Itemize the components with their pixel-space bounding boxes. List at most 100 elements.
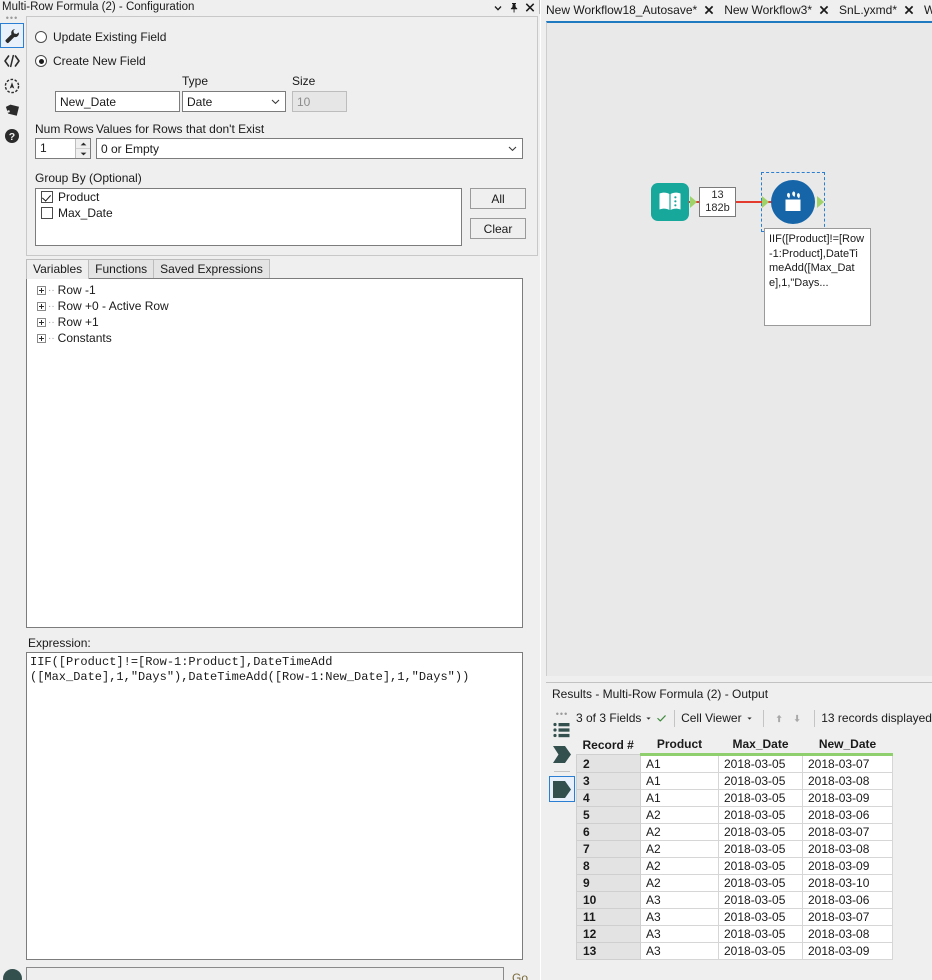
rail-item-help[interactable]: ? — [0, 123, 24, 148]
table-cell[interactable]: 2018-03-09 — [802, 857, 893, 875]
cell-record-number[interactable]: 3 — [576, 772, 641, 790]
tree-item-row-minus-1[interactable]: ·· Row -1 — [27, 282, 522, 298]
column-header-new-date[interactable]: New_Date — [802, 735, 893, 756]
table-cell[interactable]: A3 — [640, 925, 719, 943]
chevron-down-icon[interactable] — [747, 714, 752, 723]
group-by-checkbox-product[interactable] — [41, 191, 53, 203]
num-rows-stepper-buttons[interactable] — [75, 139, 90, 158]
table-row[interactable]: 3 A1 2018-03-05 2018-03-08 — [576, 772, 893, 790]
output-anchor-icon-selected[interactable] — [549, 776, 575, 802]
clear-selection-button[interactable]: Clear — [470, 218, 526, 239]
table-cell[interactable]: 2018-03-05 — [718, 908, 803, 926]
connection-record-label[interactable]: 13 182b — [699, 187, 736, 217]
table-cell[interactable]: 2018-03-08 — [802, 925, 893, 943]
select-all-button[interactable]: All — [470, 188, 526, 209]
table-row[interactable]: 10 A3 2018-03-05 2018-03-06 — [576, 891, 893, 909]
close-icon[interactable] — [819, 5, 829, 15]
workflow-tab-overflow[interactable]: W — [919, 3, 932, 17]
arrow-down-icon[interactable] — [794, 711, 801, 726]
table-cell[interactable]: 2018-03-08 — [802, 840, 893, 858]
cell-record-number[interactable]: 6 — [576, 823, 641, 841]
cell-record-number[interactable]: 5 — [576, 806, 641, 824]
search-input[interactable] — [26, 967, 504, 980]
create-new-field-radio-row[interactable]: Create New Field — [35, 54, 146, 68]
close-icon[interactable] — [525, 2, 535, 13]
list-item[interactable]: Product — [36, 189, 461, 205]
table-cell[interactable]: A2 — [640, 840, 719, 858]
cell-record-number[interactable]: 10 — [576, 891, 641, 909]
table-row[interactable]: 12 A3 2018-03-05 2018-03-08 — [576, 925, 893, 943]
node-text-input[interactable] — [651, 183, 697, 221]
close-icon[interactable] — [704, 5, 714, 15]
expand-icon[interactable] — [37, 333, 46, 343]
cell-record-number[interactable]: 11 — [576, 908, 641, 926]
table-cell[interactable]: 2018-03-10 — [802, 874, 893, 892]
expand-icon[interactable] — [37, 301, 46, 311]
tree-item-row-plus-0[interactable]: ·· Row +0 - Active Row — [27, 298, 522, 314]
table-cell[interactable]: 2018-03-05 — [718, 857, 803, 875]
list-item[interactable]: Max_Date — [36, 205, 461, 221]
table-row[interactable]: 8 A2 2018-03-05 2018-03-09 — [576, 857, 893, 875]
table-cell[interactable]: A1 — [640, 772, 719, 790]
cell-record-number[interactable]: 8 — [576, 857, 641, 875]
tab-functions[interactable]: Functions — [88, 259, 155, 279]
table-cell[interactable]: 2018-03-05 — [718, 925, 803, 943]
column-header-max-date[interactable]: Max_Date — [718, 735, 803, 756]
table-cell[interactable]: 2018-03-05 — [718, 891, 803, 909]
update-existing-field-radio-row[interactable]: Update Existing Field — [35, 30, 166, 44]
create-new-field-radio[interactable] — [35, 55, 47, 67]
num-rows-decrement-button[interactable] — [76, 149, 90, 158]
update-existing-field-radio[interactable] — [35, 31, 47, 43]
output-port[interactable] — [690, 196, 697, 208]
table-cell[interactable]: 2018-03-05 — [718, 754, 803, 773]
results-table[interactable]: Record # Product Max_Date New_Date 2 A1 20… — [576, 735, 893, 960]
table-cell[interactable]: 2018-03-09 — [802, 942, 893, 960]
rail-item-configuration[interactable] — [0, 23, 24, 48]
table-cell[interactable]: 2018-03-05 — [718, 942, 803, 960]
values-missing-dropdown[interactable]: 0 or Empty — [96, 138, 523, 159]
column-header-product[interactable]: Product — [640, 735, 719, 756]
input-anchor-icon[interactable] — [549, 742, 575, 766]
table-cell[interactable]: 2018-03-06 — [802, 806, 893, 824]
table-cell[interactable]: 2018-03-05 — [718, 874, 803, 892]
workflow-canvas[interactable]: 13 182b IIF([Product]!=[Row-1:Product],D… — [546, 21, 932, 676]
close-icon[interactable] — [904, 5, 914, 15]
tree-item-constants[interactable]: ·· Constants — [27, 330, 522, 346]
rail-item-annotation[interactable] — [0, 98, 24, 123]
cell-record-number[interactable]: 13 — [576, 942, 641, 960]
table-cell[interactable]: 2018-03-07 — [802, 754, 893, 773]
rail-item-xml-view[interactable] — [0, 48, 24, 73]
table-cell[interactable]: A1 — [640, 789, 719, 807]
table-cell[interactable]: A2 — [640, 806, 719, 824]
chevron-down-icon[interactable] — [493, 2, 503, 13]
tab-saved-expressions[interactable]: Saved Expressions — [153, 259, 270, 279]
group-by-checkbox-max-date[interactable] — [41, 207, 53, 219]
workflow-tab-new-workflow18[interactable]: New Workflow18_Autosave* — [541, 3, 719, 17]
table-cell[interactable]: 2018-03-05 — [718, 823, 803, 841]
variables-tree[interactable]: ·· Row -1 ·· Row +0 - Active Row ·· Row … — [26, 278, 523, 628]
table-cell[interactable]: A1 — [640, 754, 719, 773]
input-port[interactable] — [762, 196, 769, 208]
arrow-up-icon[interactable] — [776, 711, 782, 726]
fields-selector-label[interactable]: 3 of 3 Fields — [576, 711, 641, 725]
chevron-down-icon[interactable] — [646, 714, 652, 723]
table-cell[interactable]: A2 — [640, 823, 719, 841]
table-cell[interactable]: A2 — [640, 874, 719, 892]
output-port[interactable] — [817, 196, 824, 208]
num-rows-value[interactable]: 1 — [36, 139, 75, 158]
table-cell[interactable]: 2018-03-05 — [718, 806, 803, 824]
table-cell[interactable]: 2018-03-05 — [718, 772, 803, 790]
node-multi-row-formula[interactable] — [762, 180, 824, 224]
table-cell[interactable]: A3 — [640, 891, 719, 909]
cell-record-number[interactable]: 12 — [576, 925, 641, 943]
table-row[interactable]: 2 A1 2018-03-05 2018-03-07 — [576, 754, 893, 773]
workflow-tab-new-workflow3[interactable]: New Workflow3* — [719, 3, 834, 17]
expand-icon[interactable] — [37, 285, 46, 295]
tab-variables[interactable]: Variables — [26, 259, 90, 279]
rail-grip-dots[interactable]: ••• — [0, 14, 24, 23]
table-row[interactable]: 5 A2 2018-03-05 2018-03-06 — [576, 806, 893, 824]
table-cell[interactable]: 2018-03-05 — [718, 789, 803, 807]
expression-editor[interactable]: IIF([Product]!=[Row-1:Product],DateTimeA… — [26, 652, 523, 960]
table-cell[interactable]: A2 — [640, 857, 719, 875]
cell-record-number[interactable]: 7 — [576, 840, 641, 858]
